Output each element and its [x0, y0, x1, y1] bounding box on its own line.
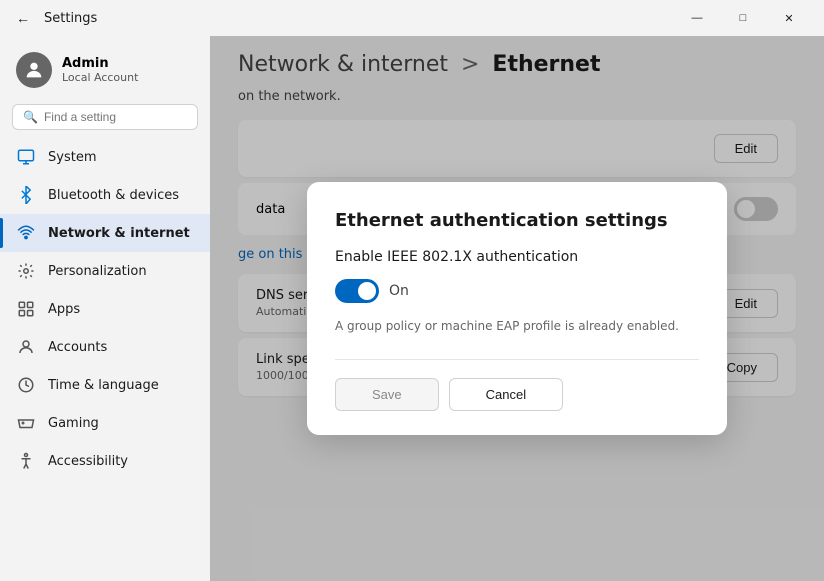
dialog-enable-label: Enable IEEE 802.1X authentication: [335, 249, 578, 265]
dialog-toggle-track: [335, 279, 379, 303]
personalization-icon: [16, 261, 36, 281]
dialog-enable-row: Enable IEEE 802.1X authentication: [335, 249, 699, 265]
sidebar-item-gaming[interactable]: Gaming: [0, 404, 210, 442]
gaming-icon: [16, 413, 36, 433]
title-bar: ← Settings — □ ✕: [0, 0, 824, 36]
user-section: Admin Local Account: [0, 44, 210, 104]
app-title: Settings: [44, 11, 97, 26]
user-role: Local Account: [62, 71, 138, 84]
dialog-divider: [335, 359, 699, 360]
sidebar-item-bluetooth[interactable]: Bluetooth & devices: [0, 176, 210, 214]
sidebar-label-bluetooth: Bluetooth & devices: [48, 188, 179, 203]
search-input[interactable]: [44, 110, 187, 124]
dialog-toggle-thumb: [358, 282, 376, 300]
bluetooth-icon: [16, 185, 36, 205]
system-icon: [16, 147, 36, 167]
window-controls: — □ ✕: [674, 2, 812, 34]
sidebar-label-accounts: Accounts: [48, 340, 107, 355]
main-layout: Admin Local Account 🔍 System Bluetooth &…: [0, 36, 824, 581]
search-box[interactable]: 🔍: [12, 104, 198, 130]
search-icon: 🔍: [23, 110, 38, 124]
sidebar-item-system[interactable]: System: [0, 138, 210, 176]
user-name: Admin: [62, 56, 138, 71]
close-button[interactable]: ✕: [766, 2, 812, 34]
cancel-button[interactable]: Cancel: [449, 378, 563, 411]
apps-icon: [16, 299, 36, 319]
avatar: [16, 52, 52, 88]
sidebar-item-time[interactable]: Time & language: [0, 366, 210, 404]
dialog-actions: Save Cancel: [335, 378, 699, 411]
sidebar: Admin Local Account 🔍 System Bluetooth &…: [0, 36, 210, 581]
sidebar-label-apps: Apps: [48, 302, 80, 317]
accounts-icon: [16, 337, 36, 357]
dialog-title: Ethernet authentication settings: [335, 210, 699, 231]
sidebar-item-network[interactable]: Network & internet: [0, 214, 210, 252]
sidebar-label-gaming: Gaming: [48, 416, 99, 431]
save-button[interactable]: Save: [335, 378, 439, 411]
accessibility-icon: [16, 451, 36, 471]
sidebar-item-accounts[interactable]: Accounts: [0, 328, 210, 366]
network-icon: [16, 223, 36, 243]
sidebar-label-time: Time & language: [48, 378, 159, 393]
dialog-toggle-label: On: [389, 283, 409, 299]
dialog-note: A group policy or machine EAP profile is…: [335, 317, 699, 335]
sidebar-item-personalization[interactable]: Personalization: [0, 252, 210, 290]
sidebar-label-network: Network & internet: [48, 226, 190, 241]
sidebar-label-personalization: Personalization: [48, 264, 147, 279]
sidebar-item-accessibility[interactable]: Accessibility: [0, 442, 210, 480]
back-button[interactable]: ←: [12, 6, 34, 30]
sidebar-item-apps[interactable]: Apps: [0, 290, 210, 328]
dialog: Ethernet authentication settings Enable …: [307, 182, 727, 435]
dialog-overlay: Ethernet authentication settings Enable …: [210, 36, 824, 581]
maximize-button[interactable]: □: [720, 2, 766, 34]
sidebar-label-system: System: [48, 150, 96, 165]
dialog-toggle-row: On: [335, 279, 699, 303]
dialog-toggle[interactable]: [335, 279, 379, 303]
content-area: Network & internet > Ethernet on the net…: [210, 36, 824, 581]
user-info: Admin Local Account: [62, 56, 138, 84]
minimize-button[interactable]: —: [674, 2, 720, 34]
sidebar-label-accessibility: Accessibility: [48, 454, 128, 469]
time-icon: [16, 375, 36, 395]
